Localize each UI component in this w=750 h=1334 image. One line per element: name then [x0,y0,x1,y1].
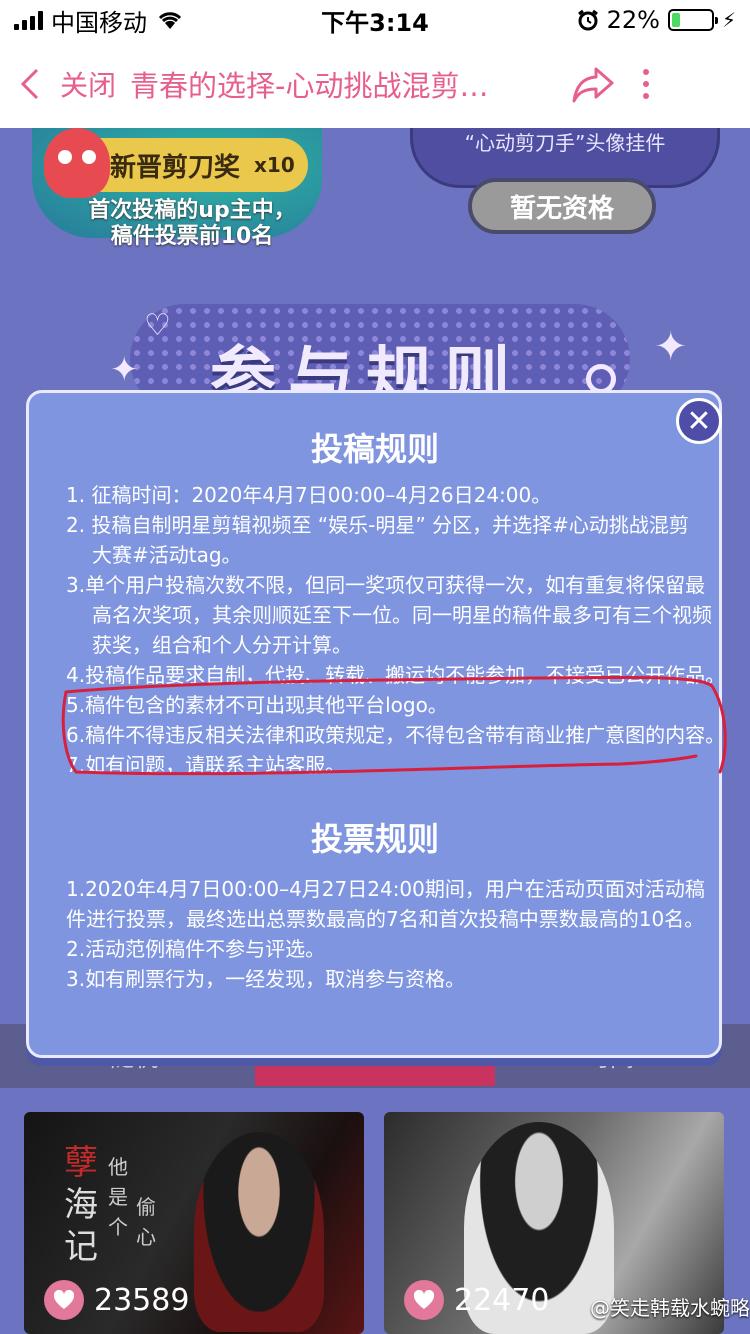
share-arrow-icon[interactable] [570,61,616,107]
heart-icon[interactable] [404,1280,444,1320]
voting-rules-title: 投票规则 [310,820,439,858]
cover-side-text-2: 偷心 [136,1195,156,1249]
star-decoration-icon: ✦ [110,350,139,390]
weibo-watermark: @笑走韩载水蜿略 [590,1296,750,1320]
like-count: 22470 [404,1280,549,1320]
nav-bar: 关闭 青春的选择-心动挑战混剪… [0,40,750,128]
battery-percent: 22% [606,6,660,34]
voting-rule-line: 件进行投票，最终选出总票数最高的7名和首次投稿中票数最高的10名。 [66,907,705,931]
voting-rule-line: 1.2020年4月7日00:00–4月27日24:00期间，用户在活动页面对活动… [66,877,705,901]
voting-rule-line: 2.活动范例稿件不参与评选。 [66,937,326,961]
submission-rules-title: 投稿规则 [310,430,439,468]
voting-rule-line: 3.如有刷票行为，一经发现，取消参与资格。 [66,967,466,991]
submission-rule-line: 2. 投稿自制明星剪辑视频至 “娱乐-明星” 分区，并选择#心动挑战混剪 [66,513,689,537]
award-description: 首次投稿的up主中，稿件投票前10名 [88,198,296,249]
submission-rule-line: 大赛#活动tag。 [92,543,242,567]
heart-decoration-icon: ♡ [144,308,171,343]
more-vertical-icon[interactable] [636,69,656,99]
submission-rule-line: 3.单个用户投稿次数不限，但同一奖项仅可获得一次，如有重复将保留最 [66,573,706,597]
wifi-icon [158,12,182,29]
submission-rule-line: 获奖，组合和个人分开计算。 [92,633,352,657]
award-title: 新晋剪刀奖 [110,152,241,183]
no-qualification-button[interactable]: 暂无资格 [468,178,656,234]
back-button[interactable] [0,40,60,128]
cover-person [194,1132,324,1332]
battery-fill [671,13,681,27]
like-number: 23589 [94,1282,190,1318]
active-tab-indicator [255,1060,495,1086]
like-number: 22470 [454,1282,550,1318]
cover-side-text: 他是个 [108,1155,128,1239]
close-link[interactable]: 关闭 [60,64,116,104]
cover-calligraphy: 孽海记 [64,1142,104,1268]
frame-reward-label: “心动剪刀手”头像挂件 [464,131,666,155]
submission-rule-line: 1. 征稿时间：2020年4月7日00:00–4月26日24:00。 [66,483,552,507]
cover-chars: 海记 [64,1185,98,1267]
charging-icon: ⚡ [721,8,736,32]
battery-icon [667,9,718,31]
cover-char-red: 孽 [64,1143,98,1183]
carrier-name: 中国移动 [51,8,147,37]
signal-icon [14,10,43,30]
like-count: 23589 [44,1280,189,1320]
red-annotation-circle [61,675,727,776]
award-count: x10 [254,153,295,177]
page-title: 青春的选择-心动挑战混剪… [130,69,489,103]
chevron-left-icon [20,68,39,100]
submission-rule-line: 高名次奖项，其余则顺延至下一位。同一明星的稿件最多可有三个视频 [92,603,712,627]
octopus-mascot-icon [44,128,110,198]
heart-icon[interactable] [44,1280,84,1320]
status-bar: 中国移动 下午3:14 22% ⚡ [0,0,750,40]
alarm-icon [577,9,598,31]
video-card[interactable]: 孽海记 他是个 偷心 23589 [24,1112,364,1334]
star-decoration-icon: ✦ [654,324,688,370]
